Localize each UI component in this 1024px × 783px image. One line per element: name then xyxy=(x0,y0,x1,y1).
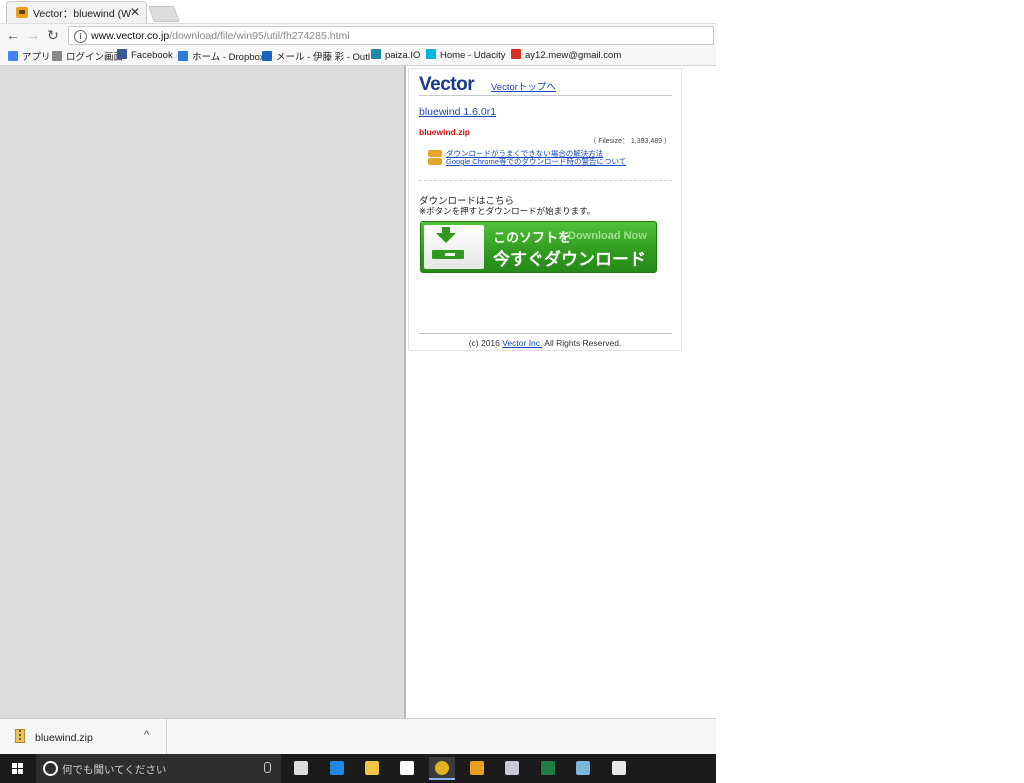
taskbar-file-explorer-button[interactable] xyxy=(359,757,385,780)
taskbar-task-view-button[interactable] xyxy=(288,757,314,780)
bookmark-label: Home - Udacity xyxy=(440,50,506,61)
page-content: Vector Vectorトップへ bluewind 1.6.0r1 bluew… xyxy=(0,66,716,718)
screen: Vector：bluewind (Windo ✕ ← → ↻ i www.vec… xyxy=(0,0,716,783)
microphone-icon[interactable] xyxy=(264,762,271,773)
cortana-search-box[interactable]: 何でも聞いてください xyxy=(36,754,281,783)
chrome-icon xyxy=(435,761,449,775)
bookmark-label: ログイン画面 xyxy=(66,52,124,63)
chevron-up-icon[interactable]: ^ xyxy=(144,729,149,741)
cortana-icon xyxy=(43,761,58,776)
copyright-footer: (c) 2016 Vector Inc. All Rights Reserved… xyxy=(409,338,681,348)
taskbar-photos-button[interactable] xyxy=(606,757,632,780)
paiza-icon xyxy=(371,49,381,59)
taskbar-edge-button[interactable] xyxy=(324,757,350,780)
taskbar-paint-button[interactable] xyxy=(570,757,596,780)
download-filename: bluewind.zip xyxy=(35,732,93,744)
footer-divider xyxy=(419,333,672,334)
media-player-icon xyxy=(470,761,484,775)
paint-icon xyxy=(576,761,590,775)
browser-toolbar: ← → ↻ i www.vector.co.jp/download/file/w… xyxy=(0,23,716,47)
taskbar-paint-app-button[interactable] xyxy=(499,757,525,780)
bookmark-label: メール - 伊藤 彩 - Outl xyxy=(276,52,370,63)
bookmark-label: paiza.IO xyxy=(385,50,421,61)
zip-file-icon xyxy=(15,729,25,743)
bookmark-item[interactable]: ホーム - Dropbox xyxy=(178,49,265,63)
site-info-icon[interactable]: i xyxy=(74,30,87,43)
photos-icon xyxy=(612,761,626,775)
bookmark-item[interactable]: Facebook xyxy=(117,49,173,63)
bookmark-item[interactable]: ログイン画面 xyxy=(52,49,123,63)
url-text: www.vector.co.jp/download/file/win95/uti… xyxy=(91,30,350,42)
help-icon xyxy=(428,158,442,165)
gmail-icon xyxy=(511,49,521,59)
copyright-prefix: (c) 2016 xyxy=(468,338,503,348)
file-name: bluewind.zip xyxy=(419,127,470,137)
download-card: Vector Vectorトップへ bluewind 1.6.0r1 bluew… xyxy=(408,68,682,351)
file-size: （ Filesize： 1,393,489 ） xyxy=(589,138,671,145)
bookmark-item[interactable]: アプリ xyxy=(8,49,51,63)
url-path: /download/file/win95/util/fh274285.html xyxy=(169,30,350,42)
store-icon xyxy=(400,761,414,775)
bookmark-label: Facebook xyxy=(131,50,173,61)
apps-grid-icon xyxy=(8,51,18,61)
windows-logo-icon xyxy=(12,763,24,775)
bookmark-label: ay12.mew@gmail.com xyxy=(525,50,622,61)
page-icon xyxy=(52,51,62,61)
copyright-suffix: All Rights Reserved. xyxy=(542,338,622,348)
bookmark-label: ホーム - Dropbox xyxy=(192,52,265,63)
browser-tab[interactable]: Vector：bluewind (Windo ✕ xyxy=(6,1,147,23)
left-pane xyxy=(0,66,406,718)
download-icon xyxy=(424,225,484,269)
forward-arrow-icon[interactable]: → xyxy=(25,27,41,43)
tab-strip: Vector：bluewind (Windo ✕ xyxy=(0,0,716,23)
taskbar-excel-button[interactable] xyxy=(535,757,561,780)
bookmark-item[interactable]: Home - Udacity xyxy=(426,49,505,63)
bookmark-item[interactable]: ay12.mew@gmail.com xyxy=(511,49,621,63)
help-icon xyxy=(428,150,442,157)
download-item[interactable]: bluewind.zip ^ xyxy=(0,719,167,755)
download-note: ※ボタンを押すとダウンロードが始まります。 xyxy=(419,206,596,216)
udacity-icon xyxy=(426,49,436,59)
download-shelf: bluewind.zip ^ xyxy=(0,718,716,755)
bookmark-item[interactable]: paiza.IO xyxy=(371,49,420,63)
new-tab-button[interactable] xyxy=(148,6,180,22)
url-host: www.vector.co.jp xyxy=(91,30,170,42)
address-bar[interactable]: i www.vector.co.jp/download/file/win95/u… xyxy=(68,26,714,45)
vector-logo[interactable]: Vector xyxy=(419,74,475,96)
start-button[interactable] xyxy=(0,754,36,783)
task-view-icon xyxy=(294,761,308,775)
excel-icon xyxy=(541,761,555,775)
download-button-line2: 今すぐダウンロード xyxy=(493,250,646,269)
taskbar-media-player-button[interactable] xyxy=(464,757,490,780)
bookmark-label: アプリ xyxy=(22,52,51,63)
section-divider xyxy=(419,180,672,181)
dropbox-icon xyxy=(178,51,188,61)
download-button-english: Download Now xyxy=(568,230,647,242)
bookmark-item[interactable]: メール - 伊藤 彩 - Outl xyxy=(262,49,370,63)
help-link-chrome-warning[interactable]: Google Chrome等でのダウンロード時の警告について xyxy=(446,156,626,167)
back-arrow-icon[interactable]: ← xyxy=(5,27,21,43)
download-button-line1: このソフトを xyxy=(493,230,572,245)
vector-top-link[interactable]: Vectorトップへ xyxy=(491,79,556,93)
bookmarks-bar: アプリ ログイン画面 Facebook ホーム - Dropbox メール - 伊藤 彩… xyxy=(0,46,716,66)
outlook-icon xyxy=(262,51,272,61)
tab-close-icon[interactable]: ✕ xyxy=(130,5,140,19)
file-explorer-icon xyxy=(365,761,379,775)
paint-app-icon xyxy=(505,761,519,775)
taskbar: 何でも聞いてください xyxy=(0,754,716,783)
taskbar-chrome-button[interactable] xyxy=(429,757,455,780)
facebook-icon xyxy=(117,49,127,59)
vector-inc-link[interactable]: Vector Inc. xyxy=(502,338,542,348)
tab-title: Vector：bluewind (Windo xyxy=(33,8,131,20)
edge-icon xyxy=(330,761,344,775)
search-placeholder: 何でも聞いてください xyxy=(62,764,167,776)
taskbar-store-button[interactable] xyxy=(394,757,420,780)
download-now-button[interactable]: このソフトを Download Now 今すぐダウンロード xyxy=(420,221,657,273)
header-divider xyxy=(419,95,672,96)
product-title-link[interactable]: bluewind 1.6.0r1 xyxy=(419,106,496,118)
vector-favicon-icon xyxy=(16,7,28,18)
reload-icon[interactable]: ↻ xyxy=(45,27,61,43)
